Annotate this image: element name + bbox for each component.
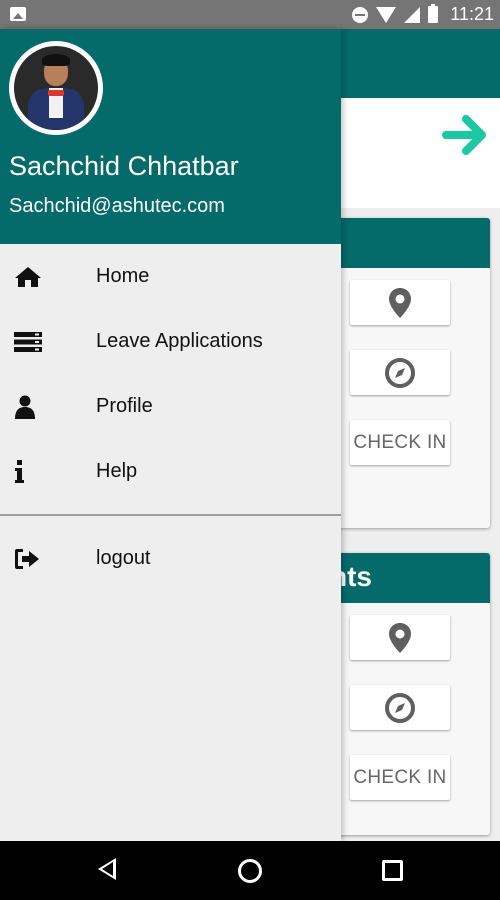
- avatar[interactable]: [9, 41, 103, 135]
- avatar-photo: [14, 46, 98, 130]
- menu-item-logout[interactable]: logout: [0, 526, 341, 591]
- sign-out-icon: [15, 548, 39, 569]
- status-icons: 11:21: [352, 0, 494, 29]
- status-bar: 11:21: [0, 0, 500, 29]
- user-icon: [15, 395, 35, 419]
- home-circle-icon[interactable]: [238, 859, 262, 883]
- check-in-label: CHECK IN: [353, 431, 447, 453]
- menu-item-profile[interactable]: Profile: [0, 374, 341, 439]
- back-icon[interactable]: [98, 858, 116, 880]
- arrow-right-icon[interactable]: [440, 109, 492, 161]
- location-button[interactable]: [350, 280, 450, 325]
- menu-item-label: logout: [96, 547, 151, 569]
- compass-button[interactable]: [350, 685, 450, 730]
- menu-item-help[interactable]: Help: [0, 439, 341, 504]
- drawer-menu: Home Leave Applications Profile Help log…: [0, 244, 341, 591]
- cell-signal-icon: [404, 6, 421, 23]
- image-notification-icon: [10, 7, 26, 21]
- info-icon: [15, 459, 24, 483]
- battery-icon: [428, 4, 439, 23]
- check-in-label: CHECK IN: [353, 766, 447, 788]
- compass-icon: [385, 357, 415, 388]
- compass-button[interactable]: [350, 350, 450, 395]
- system-navigation-bar: [0, 841, 500, 900]
- recent-apps-icon[interactable]: [382, 860, 403, 881]
- drawer-header: Sachchid Chhatbar Sachchid@ashutec.com: [0, 29, 341, 244]
- menu-divider: [0, 514, 341, 516]
- menu-item-leave-applications[interactable]: Leave Applications: [0, 309, 341, 374]
- menu-item-label: Leave Applications: [96, 330, 263, 352]
- location-pin-icon: [389, 622, 411, 653]
- user-email: Sachchid@ashutec.com: [9, 195, 225, 217]
- do-not-disturb-icon: [352, 6, 369, 23]
- menu-item-home[interactable]: Home: [0, 244, 341, 309]
- user-name: Sachchid Chhatbar: [9, 151, 239, 181]
- check-in-button[interactable]: CHECK IN: [350, 755, 450, 800]
- wifi-icon: [376, 6, 397, 23]
- location-pin-icon: [389, 287, 411, 318]
- navigation-drawer: Sachchid Chhatbar Sachchid@ashutec.com H…: [0, 29, 341, 841]
- menu-item-label: Help: [96, 460, 138, 482]
- compass-icon: [385, 692, 415, 723]
- list-icon: [14, 331, 42, 352]
- location-button[interactable]: [350, 615, 450, 660]
- menu-item-label: Home: [96, 265, 150, 287]
- status-time: 11:21: [450, 4, 494, 24]
- check-in-button[interactable]: CHECK IN: [350, 420, 450, 465]
- menu-item-label: Profile: [96, 395, 153, 417]
- home-icon: [15, 266, 41, 287]
